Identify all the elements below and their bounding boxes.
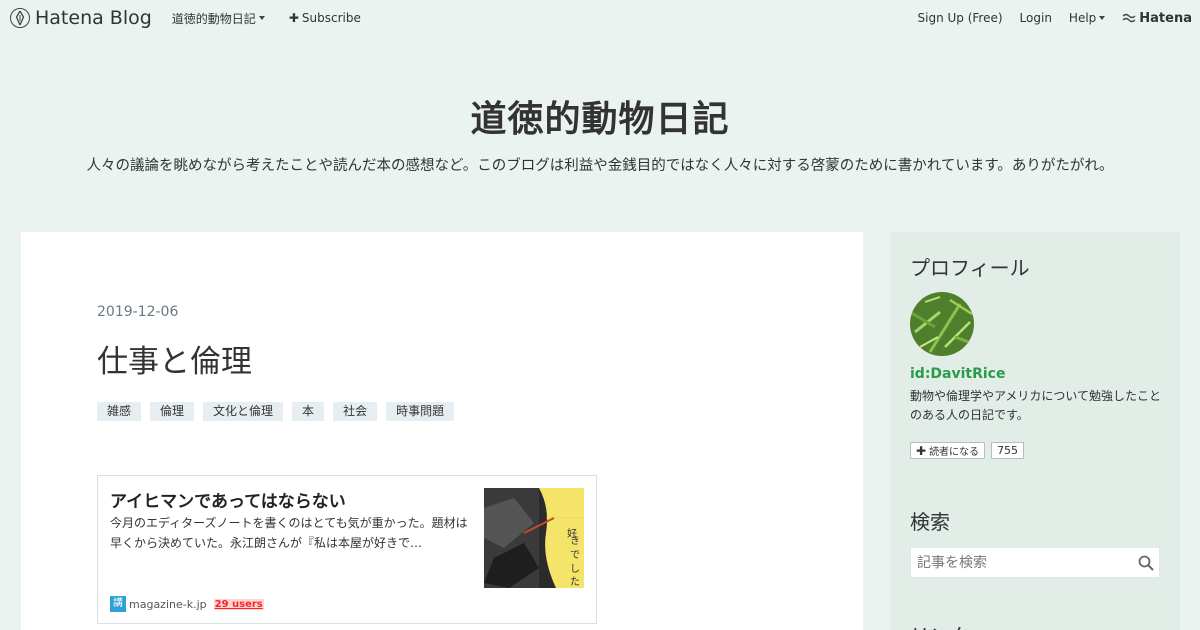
site-favicon-icon: 講 [110, 596, 126, 612]
entry-tags: 雑感 倫理 文化と倫理 本 社会 時事問題 [97, 402, 463, 421]
embed-excerpt: 今月のエディターズノートを書くのはとても気が重かった。題材は早くから決めていた。… [110, 516, 468, 550]
search-input[interactable] [911, 554, 1133, 571]
hatena-brand-link[interactable]: Hatena [1122, 11, 1192, 26]
embed-site[interactable]: magazine-k.jp [129, 598, 207, 611]
global-header-left: Hatena Blog 道徳的動物日記 ✚ Subscribe [10, 7, 385, 29]
subscribe-button[interactable]: ✚ Subscribe [289, 11, 361, 25]
svg-text:き: き [570, 535, 580, 547]
search-icon[interactable] [1133, 550, 1159, 576]
search-form [910, 547, 1160, 578]
global-header-right: Sign Up (Free) Login Help Hatena [918, 11, 1192, 26]
svg-text:し: し [570, 563, 580, 575]
profile-description: 動物や倫理学やアメリカについて勉強したことのある人の日記です。 [910, 389, 1162, 422]
links-heading: リンク [910, 620, 970, 630]
embed-title[interactable]: アイヒマンであってはならない [110, 487, 346, 512]
profile-heading: プロフィール [910, 256, 1030, 280]
blog-description: 人々の議論を眺めながら考えたことや読んだ本の感想など。このブログは利益や金銭目的… [86, 158, 1114, 174]
plus-icon: ✚ [288, 11, 299, 25]
logo-text: Hatena Blog [35, 7, 152, 29]
become-reader-button[interactable]: ✚ 読者になる [910, 442, 986, 459]
embed-thumbnail[interactable]: 好 き で し た [484, 488, 584, 588]
blog-menu-dropdown[interactable]: 道徳的動物日記 [172, 10, 265, 27]
blog-menu-label: 道徳的動物日記 [171, 11, 256, 26]
login-link[interactable]: Login [1020, 11, 1052, 25]
reader-label: 読者になる [929, 447, 980, 458]
tag-chip[interactable]: 本 [292, 402, 325, 421]
svg-text:で: で [570, 550, 580, 561]
blog-title[interactable]: 道徳的動物日記 [0, 90, 1200, 142]
hatena-wave-icon [1122, 13, 1136, 23]
chevron-down-icon [258, 16, 265, 20]
signup-link[interactable]: Sign Up (Free) [918, 11, 1003, 25]
reader-count[interactable]: 755 [991, 442, 1025, 459]
hatena-blog-logo[interactable]: Hatena Blog [10, 7, 152, 29]
tag-chip[interactable]: 雑感 [97, 402, 142, 421]
search-heading: 検索 [910, 510, 950, 534]
sidebar: プロフィール id:DavitRice 動物や倫理学やアメリカについて勉強したこ… [890, 232, 1180, 630]
help-dropdown[interactable]: Help [1068, 11, 1106, 25]
brand-label: Hatena [1139, 10, 1192, 26]
reader-subscribe: ✚ 読者になる 755 [910, 442, 1025, 459]
embed-card[interactable]: アイヒマンであってはならない 今月のエディターズノートを書くのはとても気が重かっ… [97, 475, 597, 624]
global-header: Hatena Blog 道徳的動物日記 ✚ Subscribe Sign Up … [0, 0, 1200, 36]
chevron-down-icon [1099, 16, 1106, 20]
subscribe-label: Subscribe [301, 11, 361, 25]
entry-date[interactable]: 2019-12-06 [97, 304, 178, 320]
svg-text:た: た [570, 576, 580, 588]
entry-title[interactable]: 仕事と倫理 [97, 336, 252, 381]
help-label: Help [1068, 11, 1097, 25]
tag-chip[interactable]: 文化と倫理 [203, 402, 284, 421]
bookmark-users-count[interactable]: 29 users [213, 598, 264, 610]
plus-icon: ✚ [916, 443, 927, 458]
profile-id-link[interactable]: id:DavitRice [910, 366, 1005, 382]
embed-footer: 講 magazine-k.jp 29 users [110, 596, 264, 612]
tag-chip[interactable]: 時事問題 [386, 402, 455, 421]
entry-card: 2019-12-06 仕事と倫理 雑感 倫理 文化と倫理 本 社会 時事問題 ア… [21, 232, 863, 630]
hatena-pen-icon [10, 8, 30, 28]
tag-chip[interactable]: 倫理 [150, 402, 195, 421]
tag-chip[interactable]: 社会 [333, 402, 378, 421]
avatar[interactable] [910, 292, 974, 356]
